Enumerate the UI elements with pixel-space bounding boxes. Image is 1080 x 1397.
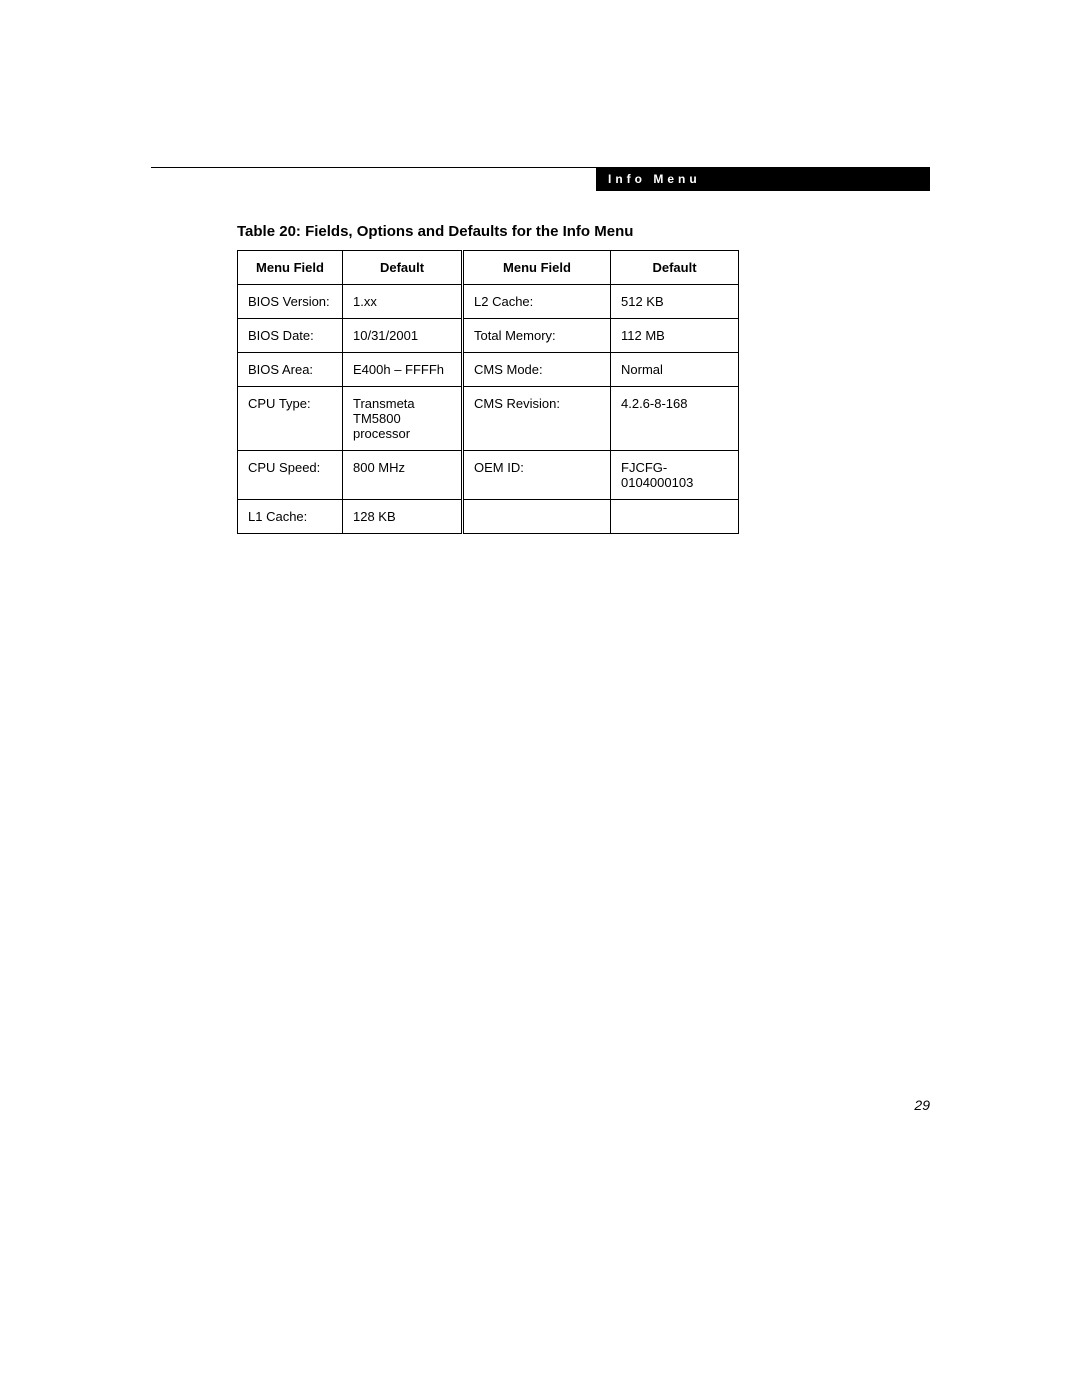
cell-menu-field: CMS Mode: bbox=[463, 353, 611, 387]
table-caption: Table 20: Fields, Options and Defaults f… bbox=[237, 223, 930, 240]
col-header-menu-field-right: Menu Field bbox=[463, 251, 611, 285]
cell-menu-field: CPU Type: bbox=[238, 387, 343, 451]
page-number: 29 bbox=[914, 1097, 930, 1113]
cell-menu-field: BIOS Area: bbox=[238, 353, 343, 387]
cell-default: 800 MHz bbox=[343, 451, 463, 500]
table-row: CPU Type: Transmeta TM5800 processor CMS… bbox=[238, 387, 739, 451]
cell-empty bbox=[463, 500, 611, 534]
table-header-row: Menu Field Default Menu Field Default bbox=[238, 251, 739, 285]
table-row: CPU Speed: 800 MHz OEM ID: FJCFG-0104000… bbox=[238, 451, 739, 500]
cell-default: 512 KB bbox=[611, 285, 739, 319]
cell-empty bbox=[611, 500, 739, 534]
table-row: BIOS Date: 10/31/2001 Total Memory: 112 … bbox=[238, 319, 739, 353]
cell-default: 4.2.6-8-168 bbox=[611, 387, 739, 451]
cell-default: E400h – FFFFh bbox=[343, 353, 463, 387]
cell-default: Normal bbox=[611, 353, 739, 387]
section-header: Info Menu bbox=[596, 168, 930, 191]
cell-menu-field: CPU Speed: bbox=[238, 451, 343, 500]
cell-menu-field: Total Memory: bbox=[463, 319, 611, 353]
info-menu-table: Menu Field Default Menu Field Default BI… bbox=[237, 250, 739, 534]
cell-default: FJCFG-0104000103 bbox=[611, 451, 739, 500]
cell-menu-field: BIOS Version: bbox=[238, 285, 343, 319]
cell-menu-field: L1 Cache: bbox=[238, 500, 343, 534]
col-header-default-right: Default bbox=[611, 251, 739, 285]
cell-default: Transmeta TM5800 processor bbox=[343, 387, 463, 451]
col-header-menu-field-left: Menu Field bbox=[238, 251, 343, 285]
cell-menu-field: L2 Cache: bbox=[463, 285, 611, 319]
cell-menu-field: BIOS Date: bbox=[238, 319, 343, 353]
cell-default: 128 KB bbox=[343, 500, 463, 534]
table-row: BIOS Area: E400h – FFFFh CMS Mode: Norma… bbox=[238, 353, 739, 387]
cell-default: 1.xx bbox=[343, 285, 463, 319]
cell-default: 112 MB bbox=[611, 319, 739, 353]
cell-default: 10/31/2001 bbox=[343, 319, 463, 353]
table-row: L1 Cache: 128 KB bbox=[238, 500, 739, 534]
cell-menu-field: OEM ID: bbox=[463, 451, 611, 500]
cell-menu-field: CMS Revision: bbox=[463, 387, 611, 451]
col-header-default-left: Default bbox=[343, 251, 463, 285]
table-row: BIOS Version: 1.xx L2 Cache: 512 KB bbox=[238, 285, 739, 319]
